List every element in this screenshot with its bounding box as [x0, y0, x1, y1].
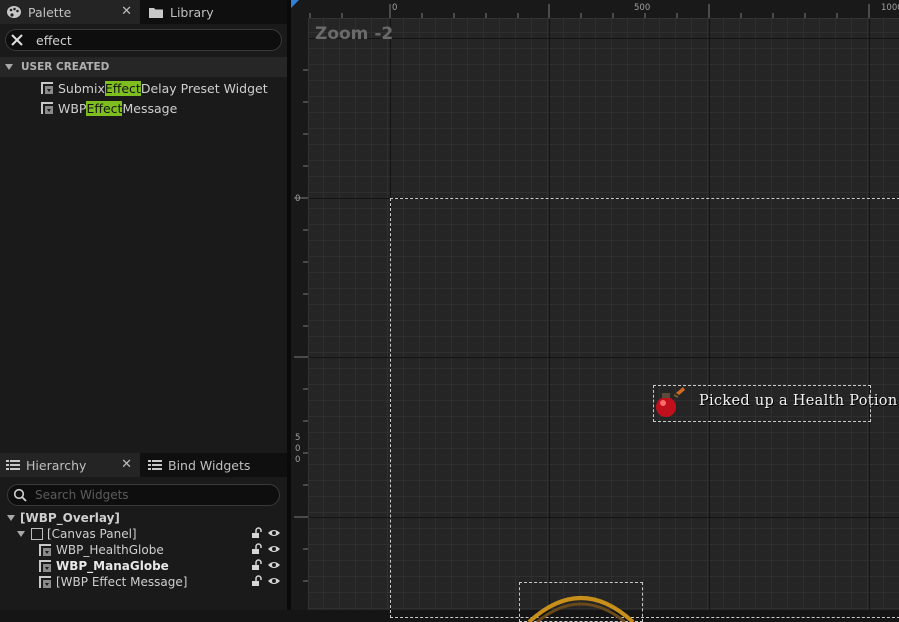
widget-blueprint-icon — [38, 559, 52, 573]
health-potion-icon — [656, 387, 685, 417]
canvas-panel-icon — [31, 528, 43, 540]
tree-item-mana-globe[interactable]: WBP_ManaGlobe — [0, 558, 287, 574]
ruler-label: 0 — [295, 194, 301, 204]
ruler-label: 0 — [295, 444, 301, 454]
ruler-label: 1000 — [881, 3, 899, 13]
tree-child-label: [WBP Effect Message] — [56, 575, 188, 589]
lock-icon[interactable] — [251, 559, 263, 574]
tree-root-label: [WBP_Overlay] — [20, 511, 120, 525]
item-text-pre: Submix — [58, 80, 105, 96]
ruler-label: 500 — [634, 3, 651, 13]
zoom-label: Zoom -2 — [315, 24, 394, 44]
tree-item-health-globe[interactable]: WBP_HealthGlobe — [0, 542, 287, 558]
mana-globe-widget[interactable] — [519, 582, 643, 622]
palette-item-submix-effect[interactable]: Submix Effect Delay Preset Widget — [40, 79, 268, 97]
globe-frame-icon — [527, 596, 635, 622]
tab-hierarchy[interactable]: Hierarchy ✕ — [0, 453, 140, 477]
widget-blueprint-icon — [38, 543, 52, 557]
tab-library-label: Library — [170, 4, 214, 20]
left-ruler[interactable]: 0 5 0 0 — [291, 18, 309, 610]
category-label: USER CREATED — [21, 61, 110, 73]
item-text-post: Delay Preset Widget — [140, 80, 268, 96]
list-icon — [6, 460, 20, 470]
tree-child-label: WBP_ManaGlobe — [56, 559, 169, 573]
effect-message-text: Picked up a Health Potion — [699, 393, 898, 409]
ruler-label: 0 — [295, 455, 301, 465]
lock-icon[interactable] — [251, 575, 263, 590]
hierarchy-search-input[interactable]: Search Widgets — [35, 488, 129, 502]
ruler-ticks — [294, 69, 308, 582]
tab-palette-label: Palette — [28, 4, 72, 20]
category-user-created[interactable]: USER CREATED — [0, 57, 287, 77]
grid-line — [308, 38, 899, 39]
close-icon[interactable]: ✕ — [121, 457, 132, 472]
palette-icon — [7, 6, 21, 18]
tree-child-label: WBP_HealthGlobe — [56, 543, 164, 557]
lock-icon[interactable] — [251, 543, 263, 558]
tree-canvas-label: [Canvas Panel] — [47, 527, 137, 541]
tab-library[interactable]: Library — [142, 0, 282, 24]
eye-icon[interactable] — [267, 543, 281, 558]
palette-item-wbp-effect-message[interactable]: WBP Effect Message — [40, 99, 177, 117]
widget-blueprint-icon — [38, 575, 52, 589]
eye-icon[interactable] — [267, 559, 281, 574]
item-text-match: Effect — [104, 80, 141, 96]
clear-search-icon[interactable] — [10, 33, 24, 47]
lock-icon[interactable] — [251, 527, 263, 542]
list-icon — [148, 460, 162, 470]
search-icon — [13, 488, 27, 502]
hierarchy-tabbar: Hierarchy ✕ Bind Widgets — [0, 453, 287, 477]
left-panel: Palette ✕ Library effect USER CREATED Su… — [0, 0, 287, 610]
widget-blueprint-icon — [40, 101, 54, 115]
corner-marker-icon — [291, 0, 299, 8]
tree-item-effect-message[interactable]: [WBP Effect Message] — [0, 574, 287, 590]
ruler-label: 5 — [295, 433, 301, 443]
hierarchy-search[interactable]: Search Widgets — [7, 484, 280, 506]
chevron-down-icon — [5, 64, 13, 70]
eye-icon[interactable] — [267, 575, 281, 590]
tab-bind-widgets[interactable]: Bind Widgets — [142, 453, 282, 477]
close-icon[interactable]: ✕ — [121, 4, 132, 19]
tree-item-canvas-panel[interactable]: [Canvas Panel] — [0, 526, 287, 542]
item-text-post: Message — [122, 100, 178, 116]
tab-bind-widgets-label: Bind Widgets — [168, 457, 251, 473]
eye-icon[interactable] — [267, 527, 281, 542]
item-text-pre: WBP — [58, 100, 87, 116]
ruler-corner — [291, 0, 308, 18]
top-ruler[interactable]: 0 500 1000 — [308, 0, 899, 19]
palette-tabbar: Palette ✕ Library — [0, 0, 287, 24]
chevron-down-icon — [17, 531, 25, 537]
tab-palette[interactable]: Palette ✕ — [0, 0, 140, 24]
chevron-down-icon — [7, 515, 15, 521]
palette-search-input[interactable]: effect — [36, 33, 72, 48]
folder-icon — [149, 7, 163, 18]
ruler-label: 0 — [392, 3, 398, 13]
widget-blueprint-icon — [40, 81, 54, 95]
tab-hierarchy-label: Hierarchy — [26, 457, 87, 473]
palette-search[interactable]: effect — [5, 29, 282, 51]
item-text-match: Effect — [86, 100, 123, 116]
tree-item-root[interactable]: [WBP_Overlay] — [0, 510, 287, 526]
